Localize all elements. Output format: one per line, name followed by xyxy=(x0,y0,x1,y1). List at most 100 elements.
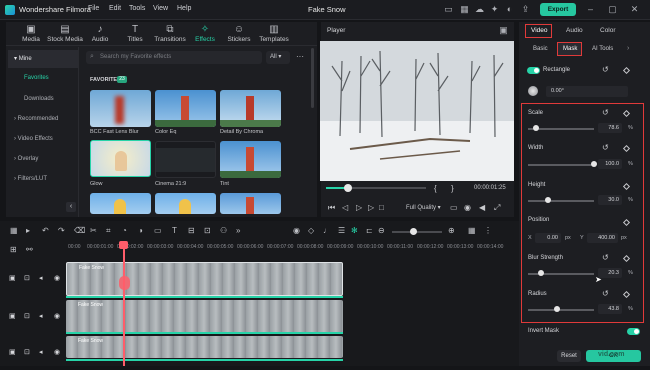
more-tools-icon[interactable]: » xyxy=(236,226,240,235)
effect-thumb-color-eq[interactable] xyxy=(155,90,216,127)
radius-slider-handle[interactable] xyxy=(554,306,561,312)
close-icon[interactable]: ✕ xyxy=(629,4,640,15)
menu-file[interactable]: File xyxy=(88,5,99,12)
maximize-icon[interactable]: ▢ xyxy=(607,4,618,15)
minimize-icon[interactable]: – xyxy=(585,4,596,15)
zoom-out-icon[interactable]: ⊖ xyxy=(378,226,385,235)
reset-icon[interactable]: ↺ xyxy=(602,253,609,262)
color-icon[interactable]: ◑ xyxy=(138,226,143,235)
zoom-slider-handle[interactable] xyxy=(410,228,417,235)
zoom-slider[interactable] xyxy=(392,231,442,233)
rotation-dial[interactable] xyxy=(528,86,538,96)
magnet-icon[interactable]: ⊏ xyxy=(366,226,373,235)
radius-slider[interactable] xyxy=(528,309,594,311)
playhead[interactable] xyxy=(123,248,125,366)
timeline-clip[interactable]: Fake Snow xyxy=(66,300,343,334)
lock-icon[interactable]: ⊡ xyxy=(24,312,30,320)
link-icon[interactable]: ⚯ xyxy=(26,245,33,254)
keyframe-marker[interactable] xyxy=(119,276,130,290)
audio-track-icon[interactable]: ◂ xyxy=(39,274,43,282)
height-slider-handle[interactable] xyxy=(544,197,551,203)
fit-icon[interactable]: ⊡ xyxy=(204,226,211,235)
sidebar-item-mine[interactable]: ▾ Mine xyxy=(8,50,78,68)
timeline-clip[interactable]: Fake Snow xyxy=(66,262,343,296)
timeline-ruler[interactable]: 00:00 00:00:01:00 00:00:02:00 00:00:03:0… xyxy=(66,244,519,254)
timeline-clip[interactable]: Fake Snow xyxy=(66,336,343,358)
display-icon[interactable]: ▭ xyxy=(450,203,458,212)
invert-mask-toggle[interactable] xyxy=(627,328,640,335)
effects-scrollbar[interactable] xyxy=(311,48,314,108)
pointer-icon[interactable]: ▸ xyxy=(26,226,30,235)
mic-icon[interactable]: ♩ xyxy=(323,226,331,235)
height-value[interactable]: 30.0 xyxy=(598,195,622,205)
tab-titles[interactable]: T Titles xyxy=(117,24,153,43)
sidebar-item-downloads[interactable]: Downloads xyxy=(8,90,78,108)
speed-icon[interactable]: ◔ xyxy=(122,226,127,235)
grid-view-icon[interactable]: ▦ xyxy=(468,226,476,235)
sidebar-item-filters-lut[interactable]: › Filters/LUT xyxy=(8,170,78,188)
sidebar-item-favorites[interactable]: Favorites xyxy=(8,69,78,87)
width-slider[interactable] xyxy=(528,164,594,166)
play-icon[interactable]: ▷ xyxy=(356,203,362,212)
reset-icon[interactable]: ↺ xyxy=(602,65,609,74)
cloud-icon[interactable]: ☁ xyxy=(474,4,485,15)
effect-thumb-tint[interactable] xyxy=(220,141,281,178)
tab-media[interactable]: ▣ Media xyxy=(13,24,49,43)
audio-track-icon[interactable]: ◂ xyxy=(39,348,43,356)
sidebar-item-overlay[interactable]: › Overlay xyxy=(8,150,78,168)
tab-effects[interactable]: ✧ Effects xyxy=(187,24,223,43)
group-icon[interactable]: ⊟ xyxy=(188,226,195,235)
shield-icon[interactable]: ◇ xyxy=(308,226,314,235)
redo-icon[interactable]: ↷ xyxy=(58,226,65,235)
playback-scrubber[interactable] xyxy=(344,184,352,192)
monitor-icon[interactable]: ▭ xyxy=(443,4,454,15)
sidebar-item-video-effects[interactable]: › Video Effects xyxy=(8,130,78,148)
snap-icon[interactable]: ✻ xyxy=(351,226,358,235)
effect-thumb-cinema-21-9[interactable] xyxy=(155,141,216,178)
chevron-right-icon[interactable]: › xyxy=(627,45,629,52)
audio-track-icon[interactable]: ◂ xyxy=(39,312,43,320)
export-button[interactable]: Export xyxy=(540,3,576,16)
mask-toggle[interactable] xyxy=(527,67,540,74)
radius-value[interactable]: 43.8 xyxy=(598,304,622,314)
width-value[interactable]: 100.0 xyxy=(598,159,622,169)
effect-thumb-detail-by-chroma[interactable] xyxy=(220,90,281,127)
text-icon[interactable]: T xyxy=(172,226,177,235)
reset-icon[interactable]: ↺ xyxy=(602,143,609,152)
tab-video[interactable]: Video xyxy=(531,27,548,34)
grid-icon[interactable]: ▦ xyxy=(459,4,470,15)
eye-icon[interactable]: ◉ xyxy=(54,274,60,282)
tab-stock-media[interactable]: ▤ Stock Media xyxy=(47,24,83,43)
tab-audio[interactable]: ♪ Audio xyxy=(82,24,118,43)
menu-tools[interactable]: Tools xyxy=(129,5,145,12)
lock-icon[interactable]: ⊡ xyxy=(24,348,30,356)
width-slider-handle[interactable] xyxy=(591,161,597,167)
scale-value[interactable]: 78.6 xyxy=(598,123,622,133)
effect-thumb[interactable] xyxy=(155,193,216,214)
delete-icon[interactable]: ⌫ xyxy=(74,226,85,235)
headset-icon[interactable]: ◐ xyxy=(504,4,515,15)
step-back-icon[interactable]: ◁ xyxy=(342,203,348,212)
add-track-icon[interactable]: ⊞ xyxy=(10,245,17,254)
subtab-ai-tools[interactable]: AI Tools xyxy=(592,46,613,52)
tab-transitions[interactable]: ⧉ Transitions xyxy=(152,24,188,43)
list-icon[interactable]: ☰ xyxy=(338,226,345,235)
volume-icon[interactable]: ◀ xyxy=(479,203,485,212)
zoom-in-icon[interactable]: ⊕ xyxy=(448,226,455,235)
menu-help[interactable]: Help xyxy=(177,5,191,12)
position-x-input[interactable]: 0.00 xyxy=(535,233,561,243)
mark-out-icon[interactable]: } xyxy=(451,184,454,193)
quality-select[interactable]: Full Quality ▾ xyxy=(406,204,441,211)
effect-thumb[interactable] xyxy=(220,193,281,214)
lock-icon[interactable]: ⊡ xyxy=(24,274,30,282)
camera-icon[interactable]: ◉ xyxy=(464,203,471,212)
reset-button[interactable]: Reset xyxy=(557,350,581,362)
more-icon[interactable]: ··· xyxy=(296,52,304,61)
tab-templates[interactable]: ▥ Templates xyxy=(256,24,292,43)
reset-icon[interactable]: ↺ xyxy=(602,108,609,117)
snapshot-icon[interactable]: ▣ xyxy=(498,25,509,36)
gift-icon[interactable]: ✦ xyxy=(489,4,500,15)
upload-icon[interactable]: ⇪ xyxy=(520,4,531,15)
ai-icon[interactable]: ⚇ xyxy=(220,226,227,235)
undo-icon[interactable]: ↶ xyxy=(42,226,49,235)
